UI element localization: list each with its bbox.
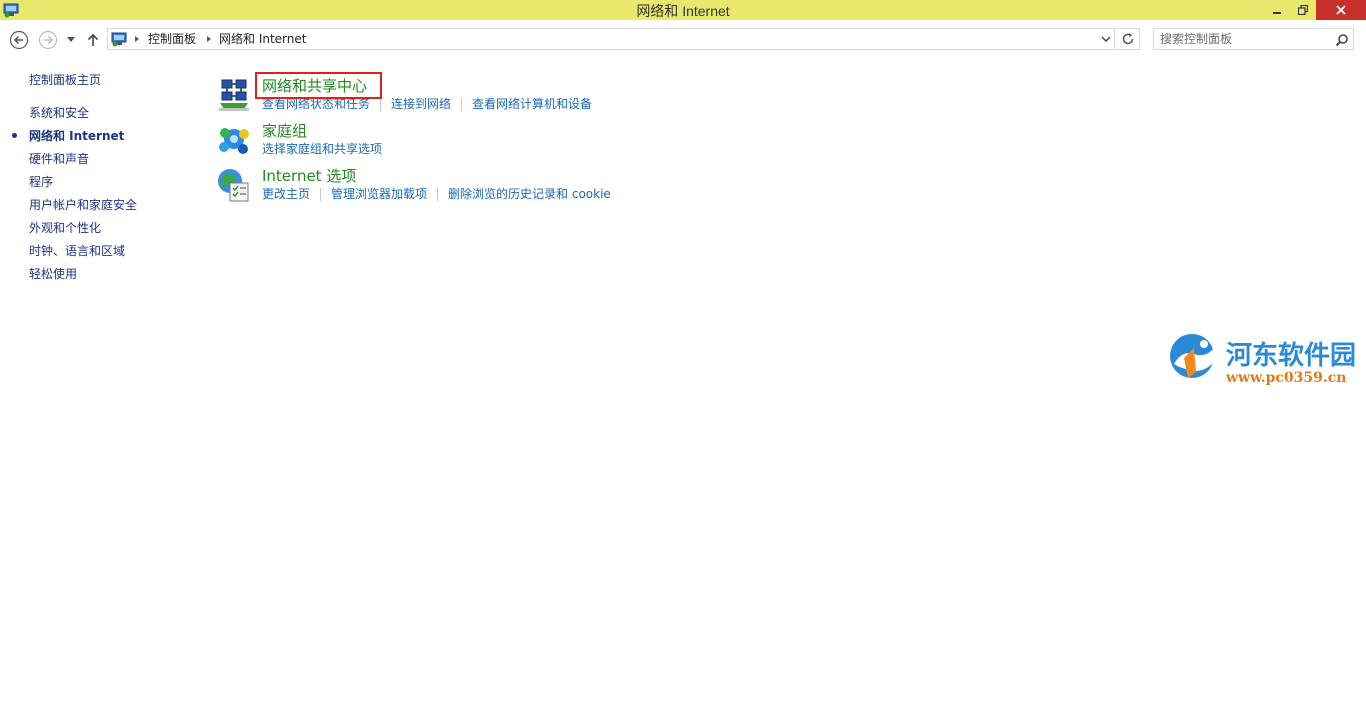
sidebar-item-user-accounts[interactable]: 用户帐户和家庭安全 <box>29 197 137 213</box>
watermark-url: www.pc0359.cn <box>1226 370 1347 386</box>
up-button[interactable] <box>85 30 101 50</box>
choose-homegroup-sharing-link[interactable]: 选择家庭组和共享选项 <box>262 142 382 156</box>
change-homepage-link[interactable]: 更改主页 <box>262 187 310 201</box>
close-button[interactable] <box>1316 0 1366 20</box>
back-arrow-icon <box>9 30 29 50</box>
internet-options-links: 更改主页 管理浏览器加载项 删除浏览的历史记录和 cookie <box>262 187 611 202</box>
sidebar-item-programs[interactable]: 程序 <box>29 174 53 190</box>
sidebar-item-hardware-sound[interactable]: 硬件和声音 <box>29 151 89 167</box>
chevron-down-icon <box>1101 36 1111 42</box>
sidebar-home-link[interactable]: 控制面板主页 <box>29 72 101 88</box>
back-button[interactable] <box>9 30 29 50</box>
link-separator <box>320 188 322 201</box>
navigation-bar: 控制面板 网络和 Internet <box>0 20 1366 58</box>
refresh-icon <box>1122 33 1133 45</box>
delete-browsing-history-link[interactable]: 删除浏览的历史记录和 cookie <box>448 187 611 201</box>
breadcrumb-separator-icon[interactable] <box>135 36 139 42</box>
control-panel-icon <box>111 31 127 47</box>
homegroup-icon[interactable] <box>216 122 252 158</box>
title-bar: 网络和 Internet <box>0 0 1366 20</box>
close-icon <box>1336 5 1346 15</box>
network-sharing-links: 查看网络状态和任务 连接到网络 查看网络计算机和设备 <box>262 97 592 112</box>
link-separator <box>461 98 463 111</box>
breadcrumb-separator-icon[interactable] <box>207 36 211 42</box>
homegroup-links: 选择家庭组和共享选项 <box>262 142 382 157</box>
sidebar-item-system-security[interactable]: 系统和安全 <box>29 105 89 121</box>
up-arrow-icon <box>87 33 99 46</box>
search-icon[interactable] <box>1335 32 1349 51</box>
address-dropdown-button[interactable] <box>1098 31 1114 47</box>
chevron-down-icon <box>67 37 75 42</box>
internet-options-link[interactable]: Internet 选项 <box>262 167 356 185</box>
homegroup-link[interactable]: 家庭组 <box>262 122 307 140</box>
network-icon[interactable] <box>216 77 252 113</box>
watermark-name: 河东软件园 <box>1226 341 1357 371</box>
restore-icon <box>1298 5 1308 15</box>
search-box[interactable] <box>1153 28 1354 50</box>
forward-button[interactable] <box>38 30 58 50</box>
sidebar-item-appearance[interactable]: 外观和个性化 <box>29 220 101 236</box>
connect-to-network-link[interactable]: 连接到网络 <box>391 97 451 111</box>
view-network-computers-link[interactable]: 查看网络计算机和设备 <box>472 97 592 111</box>
highlight-box <box>255 72 382 99</box>
internet-options-icon[interactable] <box>216 167 252 203</box>
watermark: 河东软件园 www.pc0359.cn <box>1164 330 1364 390</box>
forward-arrow-icon <box>38 30 58 50</box>
minimize-icon <box>1273 12 1281 14</box>
breadcrumb-network-internet[interactable]: 网络和 Internet <box>219 31 306 47</box>
restore-button[interactable] <box>1290 0 1316 20</box>
refresh-button[interactable] <box>1116 28 1140 50</box>
watermark-logo-icon <box>1164 330 1224 394</box>
window-title: 网络和 Internet <box>636 3 730 19</box>
search-input[interactable] <box>1160 31 1330 47</box>
minimize-button[interactable] <box>1264 0 1290 20</box>
sidebar-item-network-internet[interactable]: 网络和 Internet <box>29 128 124 144</box>
address-bar[interactable]: 控制面板 网络和 Internet <box>107 28 1115 50</box>
breadcrumb-control-panel[interactable]: 控制面板 <box>148 31 196 47</box>
link-separator <box>380 98 382 111</box>
active-bullet <box>12 133 17 138</box>
sidebar-item-clock-language-region[interactable]: 时钟、语言和区域 <box>29 243 125 259</box>
view-network-status-link[interactable]: 查看网络状态和任务 <box>262 97 370 111</box>
link-separator <box>437 188 439 201</box>
manage-addons-link[interactable]: 管理浏览器加载项 <box>331 187 427 201</box>
sidebar-item-ease-of-access[interactable]: 轻松使用 <box>29 266 77 282</box>
recent-locations-button[interactable] <box>63 30 79 50</box>
